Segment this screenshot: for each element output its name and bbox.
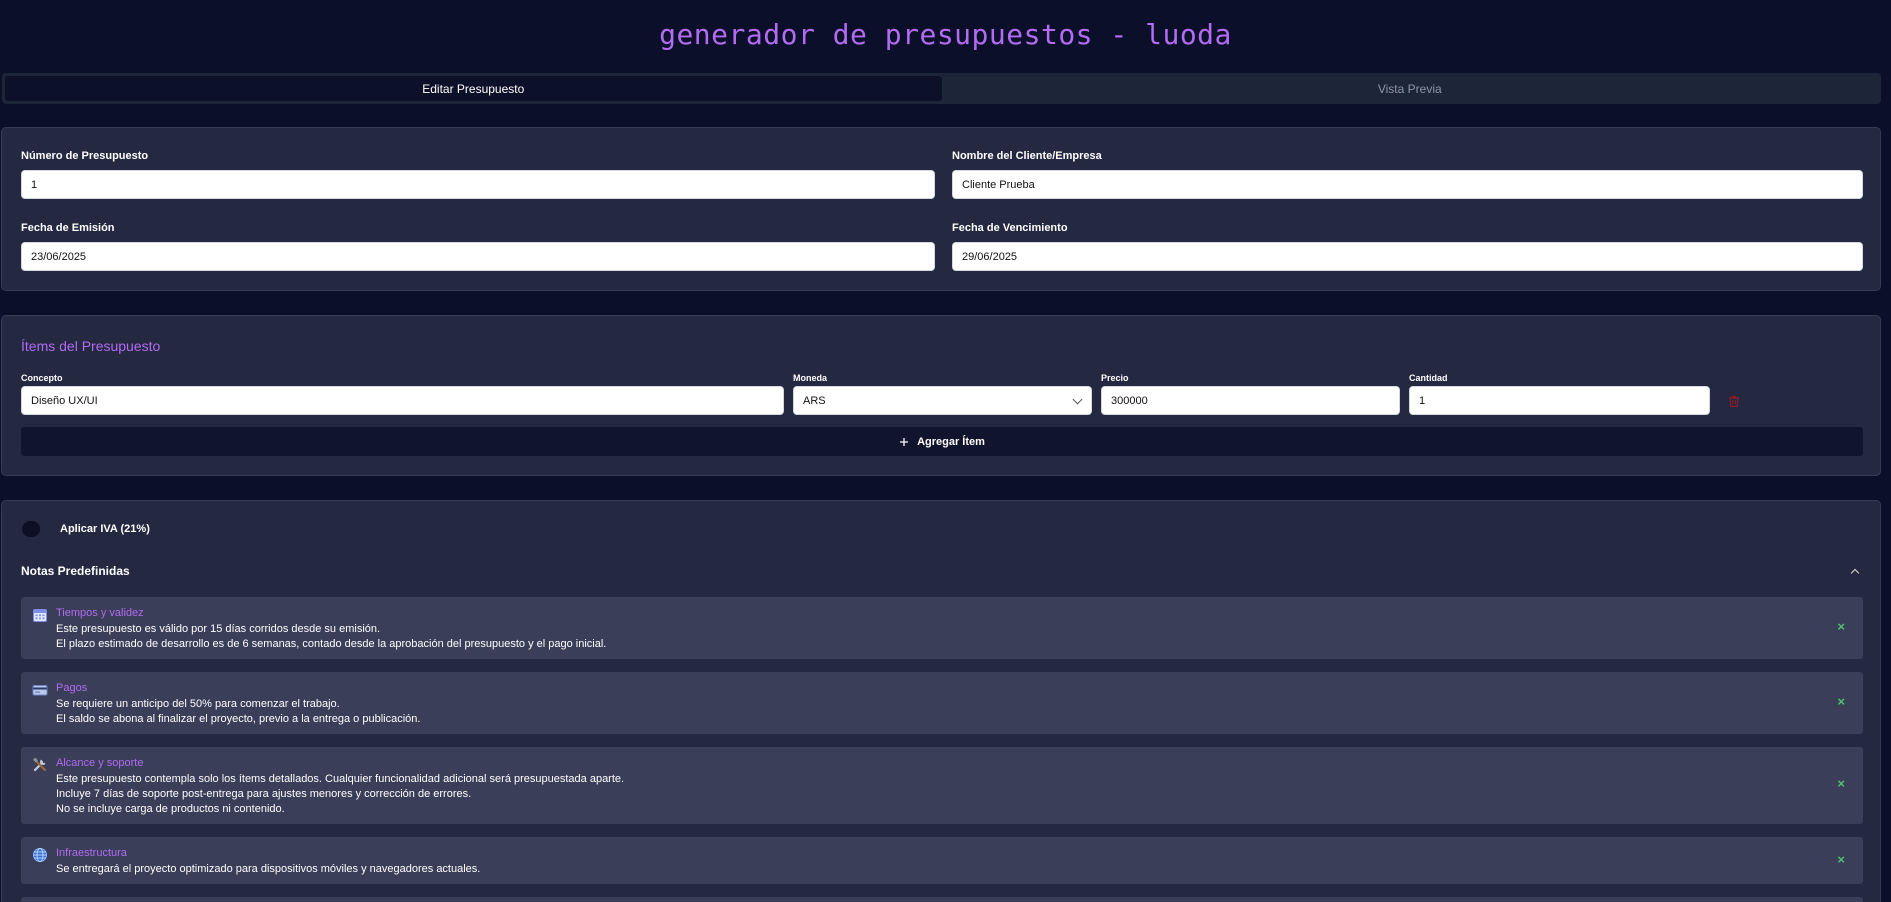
tab-edit[interactable]: Editar Presupuesto (5, 76, 942, 101)
notes-section-title: Notas Predefinidas (21, 564, 130, 578)
price-input[interactable]: 300000 (1101, 386, 1400, 415)
remove-note-button[interactable]: × (1837, 619, 1845, 634)
budget-info-card: Número de Presupuesto 1 Nombre del Clien… (1, 127, 1881, 291)
note-text: Este presupuesto es válido por 15 días c… (56, 622, 606, 652)
add-item-button[interactable]: Agregar Ítem (21, 427, 1863, 456)
remove-note-button[interactable]: × (1837, 776, 1845, 791)
note-line: Se entregará el proyecto optimizado para… (56, 863, 481, 875)
client-input[interactable]: Cliente Prueba (952, 170, 1863, 199)
number-label: Número de Presupuesto (21, 150, 149, 162)
note-line: No se incluye carga de productos ni cont… (56, 803, 285, 815)
options-card: Aplicar IVA (21%) Notas Predefinidas Tie… (1, 500, 1881, 902)
note-card: Tiempos y validez Este presupuesto es vá… (21, 597, 1863, 659)
note-line: Este presupuesto contempla solo los ítem… (56, 773, 625, 785)
app-title: generador de presupuestos - luoda (659, 18, 1232, 51)
add-item-label: Agregar Ítem (917, 435, 985, 448)
due-date-input[interactable]: 29/06/2025 (952, 242, 1863, 271)
note-title: Pagos (56, 682, 88, 694)
note-card: Pagos Se requiere un anticipo del 50% pa… (21, 672, 1863, 734)
note-line: El plazo estimado de desarrollo es de 6 … (56, 638, 607, 650)
tab-preview[interactable]: Vista Previa (942, 76, 1879, 101)
note-line: Incluye 7 días de soporte post-entrega p… (56, 788, 472, 800)
note-card (21, 897, 1863, 902)
note-text: Este presupuesto contempla solo los ítem… (56, 772, 624, 817)
quantity-label: Cantidad (1409, 373, 1448, 383)
note-text: Se requiere un anticipo del 50% para com… (56, 697, 420, 727)
currency-label: Moneda (793, 373, 828, 383)
client-label: Nombre del Cliente/Empresa (952, 150, 1102, 162)
note-card: Infraestructura Se entregará el proyecto… (21, 837, 1863, 884)
remove-note-button[interactable]: × (1837, 852, 1845, 867)
plus-icon (900, 437, 909, 446)
currency-select[interactable]: ARS (793, 386, 1092, 415)
number-input[interactable]: 1 (21, 170, 935, 199)
calendar-icon (33, 609, 47, 622)
items-section-title: Ítems del Presupuesto (21, 338, 161, 354)
note-line: El saldo se abona al finalizar el proyec… (56, 713, 421, 725)
tools-icon (33, 757, 46, 772)
due-date-label: Fecha de Vencimiento (952, 222, 1068, 234)
note-title: Tiempos y validez (56, 607, 144, 619)
note-line: Este presupuesto es válido por 15 días c… (56, 623, 381, 635)
credit-card-icon (32, 685, 48, 696)
items-card: Ítems del Presupuesto Concepto Moneda Pr… (1, 315, 1881, 476)
concept-input[interactable]: Diseño UX/UI (21, 386, 784, 415)
concept-label: Concepto (21, 373, 63, 383)
iva-toggle[interactable] (22, 521, 40, 537)
note-card: Alcance y soporte Este presupuesto conte… (21, 747, 1863, 824)
chevron-up-icon[interactable] (1850, 568, 1860, 578)
globe-icon (33, 848, 47, 862)
remove-note-button[interactable]: × (1837, 694, 1845, 709)
quantity-input[interactable]: 1 (1409, 386, 1710, 415)
iva-label: Aplicar IVA (21%) (60, 523, 150, 535)
note-line: Se requiere un anticipo del 50% para com… (56, 698, 340, 710)
note-title: Alcance y soporte (56, 757, 144, 769)
trash-icon[interactable] (1727, 394, 1741, 408)
note-text: Se entregará el proyecto optimizado para… (56, 862, 480, 877)
price-label: Precio (1101, 373, 1129, 383)
chevron-down-icon (1072, 394, 1083, 405)
currency-value: ARS (803, 394, 826, 407)
tab-list: Editar Presupuesto Vista Previa (2, 73, 1881, 104)
note-title: Infraestructura (56, 847, 127, 859)
issue-date-input[interactable]: 23/06/2025 (21, 242, 935, 271)
issue-date-label: Fecha de Emisión (21, 222, 115, 234)
